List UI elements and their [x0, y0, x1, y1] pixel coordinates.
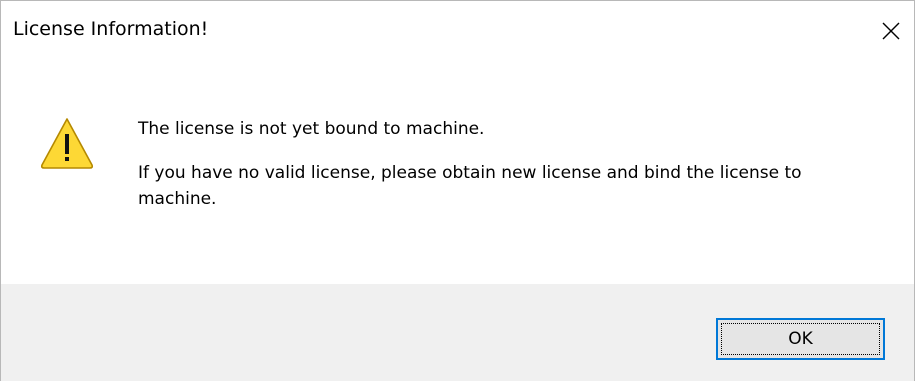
- message-line-secondary: If you have no valid license, please obt…: [138, 163, 802, 209]
- message-line-primary: The license is not yet bound to machine.: [138, 119, 485, 139]
- button-bar: OK: [1, 284, 914, 381]
- message-text: The license is not yet bound to machine.…: [138, 116, 858, 212]
- title-bar: License Information!: [1, 1, 914, 61]
- ok-button[interactable]: OK: [716, 318, 885, 360]
- close-icon: [882, 22, 900, 40]
- dialog-content: The license is not yet bound to machine.…: [1, 61, 914, 264]
- warning-icon: [40, 118, 94, 169]
- ok-button-label: OK: [788, 329, 813, 349]
- license-information-dialog: License Information! The license is not …: [0, 0, 915, 381]
- close-button[interactable]: [868, 9, 914, 53]
- dialog-title: License Information!: [13, 18, 209, 40]
